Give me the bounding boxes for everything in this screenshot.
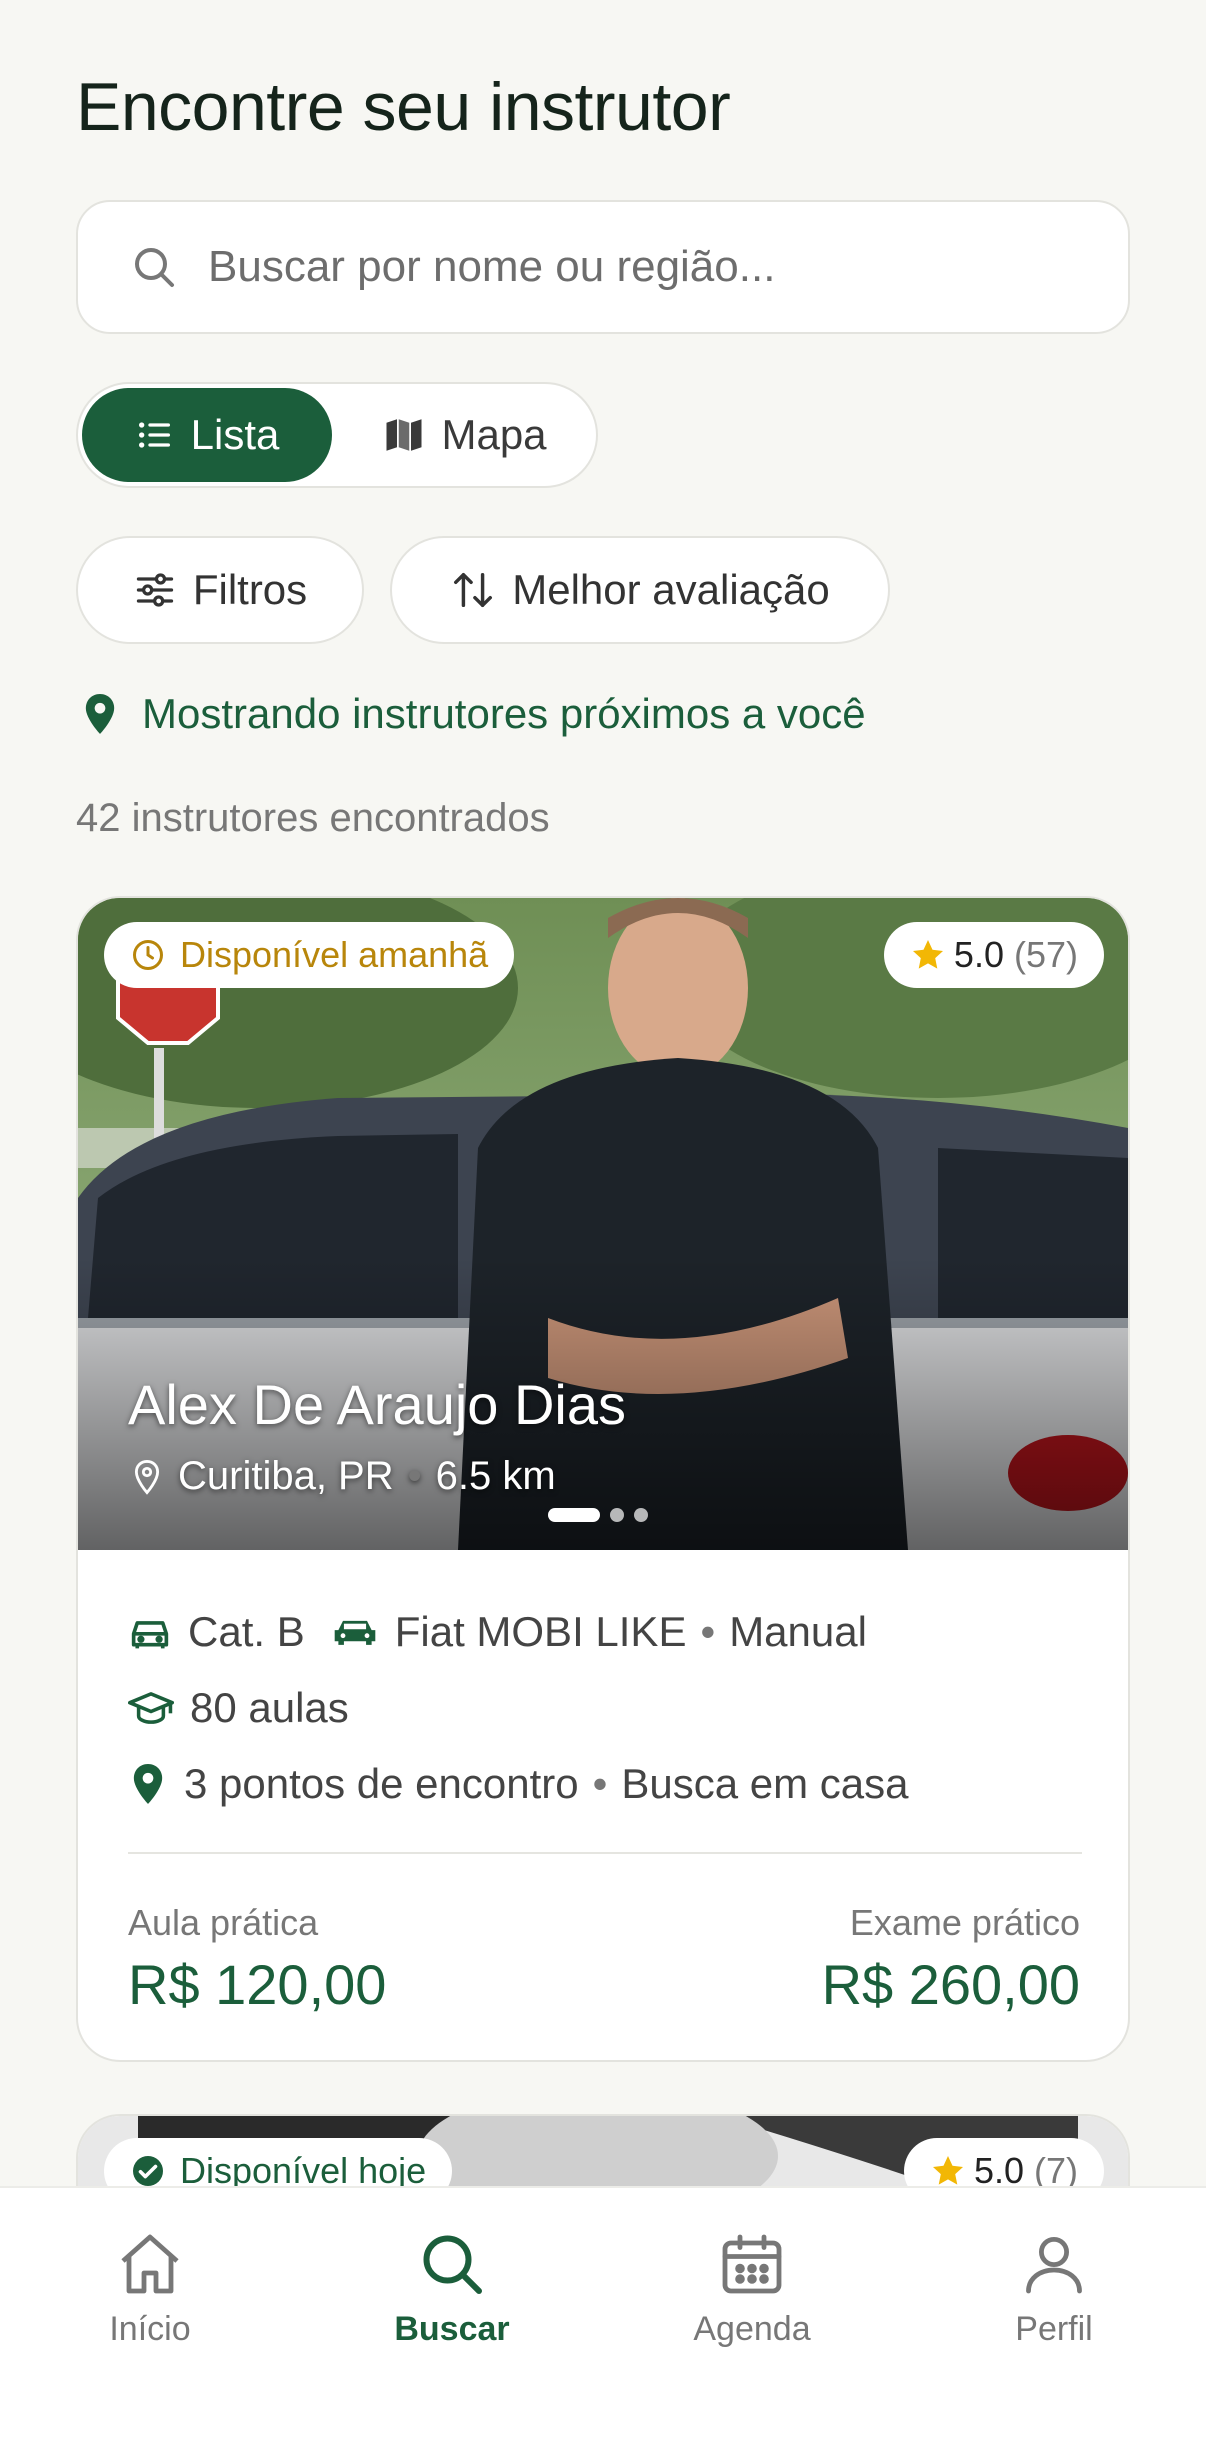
- view-toggle-list-label: Lista: [190, 411, 280, 458]
- bullet-separator: •: [700, 1608, 716, 1655]
- tab-home-label: Início: [109, 2310, 191, 2348]
- instructor-card[interactable]: Disponível amanhã 5.0 (57) Alex De Arauj…: [76, 896, 1130, 2062]
- map-icon: [386, 419, 422, 451]
- search-icon: [135, 248, 174, 287]
- bullet-separator: •: [592, 1760, 608, 1807]
- photo-pagination[interactable]: [548, 1508, 648, 1522]
- star-icon: [932, 2156, 963, 2185]
- availability-text: Disponível amanhã: [180, 934, 489, 975]
- check-circle-icon: [133, 2156, 163, 2186]
- instructor-name: Alex De Araujo Dias: [128, 1373, 627, 1436]
- review-count: (57): [1013, 934, 1078, 975]
- practical-price: Aula prática R$ 120,00: [128, 1902, 386, 2017]
- availability-badge: Disponível amanhã: [104, 922, 515, 988]
- map-pin-icon: [85, 694, 115, 734]
- rating-value: 5.0: [953, 934, 1004, 975]
- instructor-city: Curitiba, PR: [178, 1454, 394, 1498]
- meeting-points: 3 pontos de encontro: [184, 1760, 579, 1807]
- clock-icon: [133, 940, 163, 970]
- bullet-separator: •: [407, 1454, 422, 1498]
- exam-price: Exame prático R$ 260,00: [822, 1902, 1080, 2017]
- car-icon: [334, 1620, 376, 1645]
- tab-profile-label: Perfil: [1015, 2310, 1093, 2348]
- search-bar[interactable]: [76, 200, 1130, 334]
- graduation-cap-icon: [128, 1692, 174, 1724]
- tab-search-label: Buscar: [394, 2310, 510, 2348]
- map-pin-icon: [133, 1764, 163, 1804]
- tab-search[interactable]: Buscar: [352, 2228, 552, 2349]
- rating-badge: 5.0 (57): [883, 922, 1104, 988]
- sort-button[interactable]: Melhor avaliação: [390, 536, 890, 644]
- map-pin-outline-icon: [134, 1459, 160, 1495]
- license-category: Cat. B: [188, 1608, 305, 1655]
- car-model: Fiat MOBI LIKE: [394, 1608, 687, 1655]
- list-icon: [138, 422, 170, 448]
- lessons-count: 80 aulas: [190, 1684, 349, 1731]
- location-note: Mostrando instrutores próximos a você: [80, 690, 866, 738]
- pagination-dot-1[interactable]: [548, 1508, 600, 1522]
- user-icon: [1026, 2237, 1082, 2294]
- practical-price-value: R$ 120,00: [128, 1953, 387, 2016]
- car-outline-icon: [131, 1621, 169, 1649]
- search-input[interactable]: [208, 242, 1068, 292]
- bottom-tab-bar: Início Buscar Agenda Perfil: [0, 2186, 1206, 2452]
- view-toggle-map-label: Mapa: [441, 411, 547, 458]
- sort-arrows-icon: [454, 572, 493, 608]
- view-toggle-map[interactable]: Mapa: [340, 388, 590, 482]
- filters-button[interactable]: Filtros: [76, 536, 364, 644]
- pagination-dot-3[interactable]: [634, 1508, 648, 1522]
- instructor-distance: 6.5 km: [435, 1454, 556, 1498]
- calendar-icon: [722, 2234, 782, 2294]
- sort-label: Melhor avaliação: [512, 566, 830, 613]
- instructor-location: Curitiba, PR • 6.5 km: [130, 1454, 556, 1499]
- tab-profile[interactable]: Perfil: [954, 2228, 1154, 2349]
- vehicle-row: Cat. B Fiat MOBI LIKE • Manual: [128, 1594, 1082, 1670]
- location-note-text: Mostrando instrutores próximos a você: [142, 690, 866, 737]
- lessons-row: 80 aulas: [128, 1670, 1082, 1746]
- results-count: 42 instrutores encontrados: [76, 796, 550, 840]
- sliders-icon: [136, 573, 173, 607]
- meeting-row: 3 pontos de encontro • Busca em casa: [128, 1746, 1082, 1822]
- filters-label: Filtros: [192, 566, 308, 613]
- pagination-dot-2[interactable]: [610, 1508, 624, 1522]
- tab-home[interactable]: Início: [50, 2228, 250, 2349]
- tab-agenda-label: Agenda: [693, 2310, 811, 2348]
- tab-agenda[interactable]: Agenda: [652, 2228, 852, 2349]
- exam-price-value: R$ 260,00: [821, 1953, 1080, 2016]
- page-title: Encontre seu instrutor: [76, 69, 731, 145]
- instructor-details: Cat. B Fiat MOBI LIKE • Manual 80 aulas …: [128, 1594, 1082, 1822]
- exam-price-label: Exame prático: [849, 1902, 1080, 1943]
- divider: [128, 1852, 1082, 1854]
- search-icon: [423, 2235, 482, 2294]
- view-toggle-list[interactable]: Lista: [82, 388, 332, 482]
- star-icon: [912, 940, 943, 969]
- pickup-option: Busca em casa: [621, 1760, 909, 1807]
- home-icon: [121, 2234, 179, 2294]
- practical-price-label: Aula prática: [128, 1902, 319, 1943]
- search-instructors-screen: { "header": { "title": "Encontre seu ins…: [0, 0, 1206, 2452]
- instructor-photo[interactable]: [78, 898, 1128, 1550]
- transmission: Manual: [729, 1608, 867, 1655]
- view-toggle: Lista Mapa: [76, 382, 598, 488]
